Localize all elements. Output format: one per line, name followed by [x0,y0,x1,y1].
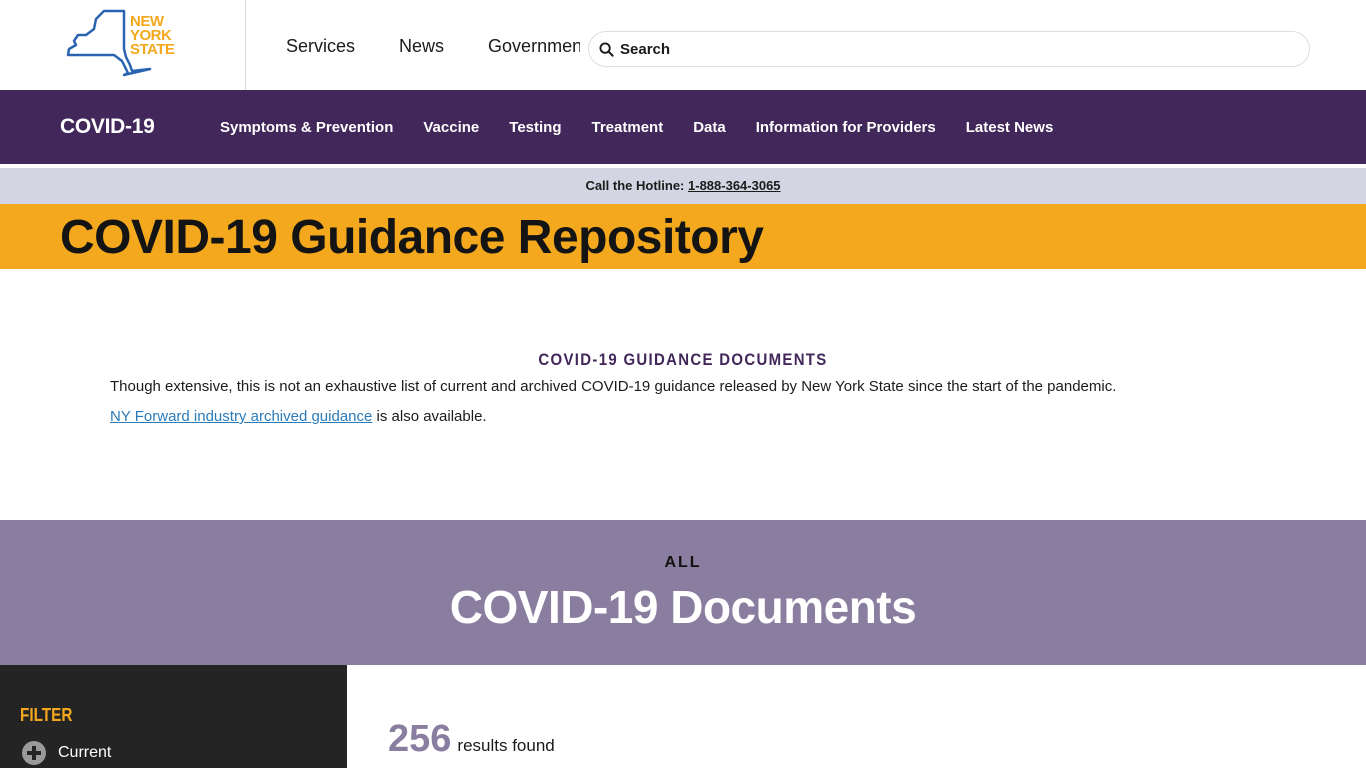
plus-circle-icon[interactable] [22,741,46,765]
covid-nav-vaccine[interactable]: Vaccine [423,119,479,136]
covid-nav-latest-news[interactable]: Latest News [966,119,1054,136]
covid-brand-link[interactable]: COVID-19 [60,115,220,139]
title-band: COVID-19 Guidance Repository [0,204,1366,269]
covid-nav-providers[interactable]: Information for Providers [756,119,936,136]
covid-nav-bar: COVID-19 Symptoms & Prevention Vaccine T… [0,90,1366,164]
hotline-number-link[interactable]: 1-888-364-3065 [688,178,781,193]
filter-panel: FILTER Current [0,665,347,768]
top-nav: Services News Government [286,36,580,57]
intro-section: COVID-19 GUIDANCE DOCUMENTS Though exten… [110,350,1256,425]
nav-government[interactable]: Government [488,36,580,57]
search-icon [599,41,614,57]
page-title: COVID-19 Guidance Repository [60,211,764,264]
header-divider [245,0,246,90]
search-input[interactable] [620,40,1270,58]
site-header: NEW YORK STATE Services News Government [0,0,1366,90]
covid-nav-links: Symptoms & Prevention Vaccine Testing Tr… [220,119,1053,136]
covid-nav-testing[interactable]: Testing [509,119,561,136]
banner-title: COVID-19 Documents [449,581,917,633]
documents-banner: ALL COVID-19 Documents [0,520,1366,665]
hotline-label: Call the Hotline: [585,178,685,193]
results-count: 256 [388,718,452,760]
covid-nav-treatment[interactable]: Treatment [592,119,664,136]
banner-kicker: ALL [664,554,702,571]
search-box[interactable] [588,31,1310,67]
archived-suffix: is also available. [372,408,487,425]
nav-news[interactable]: News [399,36,444,57]
results-label: results found [457,736,555,755]
covid-nav-symptoms-prevention[interactable]: Symptoms & Prevention [220,119,393,136]
hotline-bar: Call the Hotline: 1-888-364-3065 [0,168,1366,204]
intro-heading: COVID-19 GUIDANCE DOCUMENTS [538,350,828,369]
intro-paragraph: Though extensive, this is not an exhaust… [110,378,1117,395]
ny-forward-archived-link[interactable]: NY Forward industry archived guidance [110,408,372,425]
results-summary: 256 results found [388,718,555,761]
logo-wordmark: NEW YORK STATE [130,14,175,58]
nys-logo[interactable]: NEW YORK STATE [66,9,181,79]
filter-title: FILTER [20,705,73,725]
nav-services[interactable]: Services [286,36,355,57]
logo-line-state: STATE [130,41,175,58]
archived-guidance-line: NY Forward industry archived guidance is… [110,408,1256,425]
filter-item-label: Current [58,744,112,761]
filter-item-current[interactable]: Current [22,741,111,765]
covid-nav-data[interactable]: Data [693,119,726,136]
